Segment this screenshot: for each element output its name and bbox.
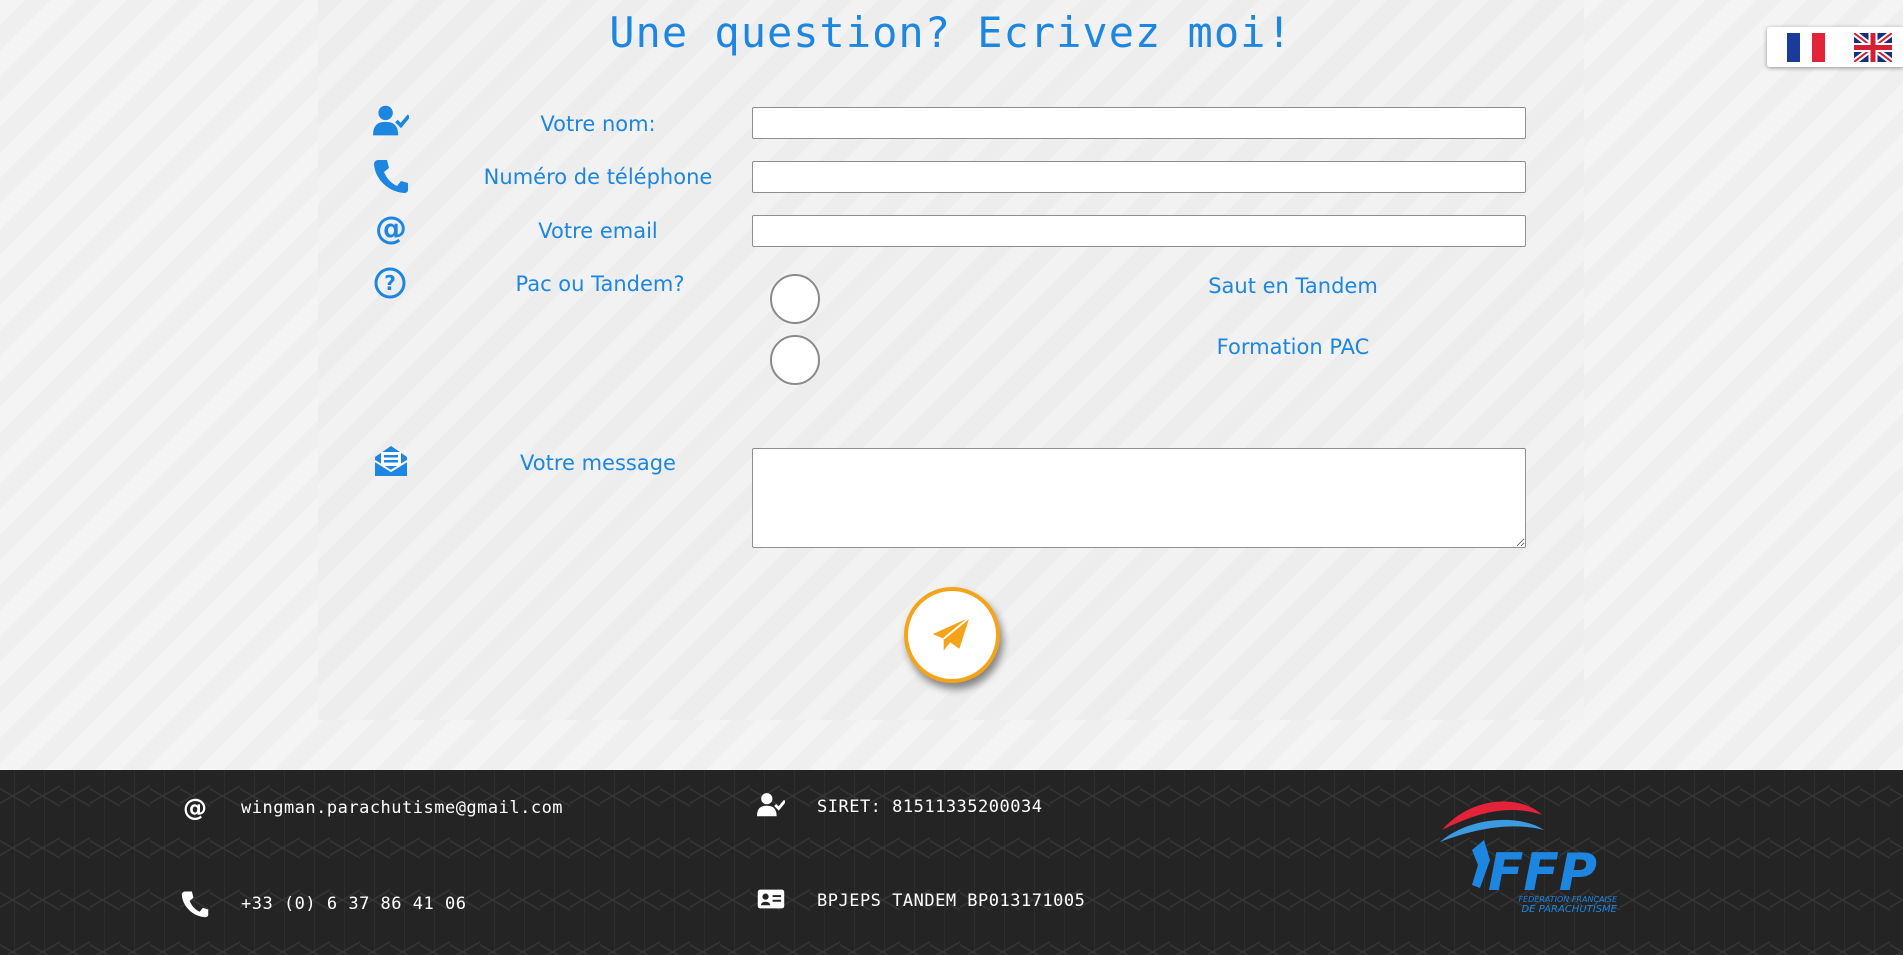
email-field[interactable] <box>752 215 1526 247</box>
at-icon: @ <box>181 794 211 824</box>
logo-text: FFP <box>1488 843 1597 903</box>
message-field[interactable] <box>752 448 1526 548</box>
footer-siret: SIRET: 81511335200034 <box>817 797 1043 817</box>
svg-text:@: @ <box>375 211 407 247</box>
choice-label: Pac ou Tandem? <box>515 272 685 296</box>
svg-text:@: @ <box>183 794 207 822</box>
name-label: Votre nom: <box>540 112 656 136</box>
name-field[interactable] <box>752 107 1526 139</box>
language-selector <box>1767 27 1903 67</box>
svg-text:?: ? <box>384 271 396 295</box>
footer: @ wingman.parachutisme@gmail.com +33 (0)… <box>0 770 1903 955</box>
footer-bpjeps: BPJEPS TANDEM BP013171005 <box>817 891 1086 911</box>
footer-phone[interactable]: +33 (0) 6 37 86 41 06 <box>241 894 466 914</box>
footer-email[interactable]: wingman.parachutisme@gmail.com <box>241 798 563 818</box>
phone-icon <box>373 158 413 194</box>
id-card-icon <box>757 885 787 915</box>
ffp-logo[interactable]: FFP FÉDÉRATION FRANÇAISE DE PARACHUTISME <box>1432 790 1632 920</box>
user-check-icon <box>373 103 413 139</box>
question-circle-icon: ? <box>373 265 413 301</box>
pac-option-label[interactable]: Formation PAC <box>1018 335 1568 359</box>
message-label: Votre message <box>520 451 676 475</box>
logo-subtitle-line2: DE PARACHUTISME <box>1521 904 1617 915</box>
envelope-open-icon <box>373 443 413 479</box>
at-icon: @ <box>373 209 413 247</box>
logo-subtitle-line1: FÉDÉRATION FRANÇAISE <box>1518 893 1618 904</box>
phone-label: Numéro de téléphone <box>483 165 713 189</box>
phone-field[interactable] <box>752 161 1526 193</box>
email-label: Votre email <box>538 219 658 243</box>
pac-radio[interactable] <box>770 335 820 385</box>
send-button[interactable] <box>904 587 1000 683</box>
tandem-radio[interactable] <box>770 274 820 324</box>
fr-flag-icon[interactable] <box>1787 33 1825 62</box>
page-title: Une question? Ecrivez moi! <box>609 8 1293 57</box>
paper-plane-icon <box>932 616 971 651</box>
tandem-option-label[interactable]: Saut en Tandem <box>1018 274 1568 298</box>
uk-flag-icon[interactable] <box>1854 33 1892 62</box>
user-check-icon <box>757 791 787 821</box>
contact-panel: Une question? Ecrivez moi! Votre nom: Nu… <box>318 0 1584 720</box>
phone-icon <box>181 890 211 920</box>
